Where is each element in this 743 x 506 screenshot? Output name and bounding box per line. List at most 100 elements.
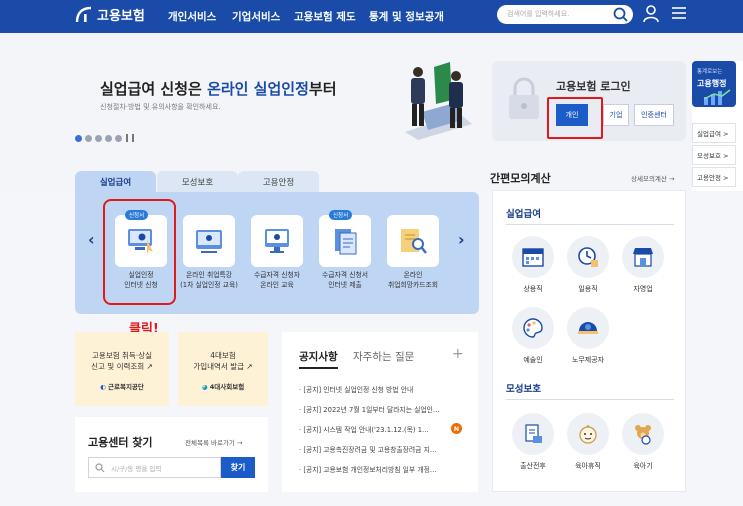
card-org: ◕ 4대사회보험: [201, 383, 245, 391]
tab-unemployment-benefits[interactable]: 실업급여: [75, 171, 156, 192]
service-label: 온라인 취업특강 (1차 실업인정 교육): [180, 271, 238, 289]
nav-company-services[interactable]: 기업서비스: [232, 9, 280, 24]
highlight-box-service: [103, 199, 176, 305]
carousel-dot[interactable]: [85, 134, 92, 142]
card-insurance-history[interactable]: 고용보험 취득·상실 신고 및 이력조회 ↗ ◐ 근로복지공단: [75, 332, 169, 406]
new-badge: N: [451, 423, 462, 434]
notice-item[interactable]: · [공지] 2022년 7월 1일부터 달라지는 실업인…: [299, 404, 477, 414]
service-applicant-online-education[interactable]: 수급자격 신청자 온라인 교육: [246, 215, 308, 290]
calc-item-label: 육아기: [633, 462, 653, 470]
calculator-panel: 실업급여 상용직 일용직 자영업 예술인 노무제공자 모성보호 출산전후 육아휴…: [492, 190, 686, 492]
login-title: 고용보험 로그인: [556, 80, 631, 93]
chevron-left-icon[interactable]: ‹: [88, 230, 95, 249]
calc-item-self-employed[interactable]: 자영업: [618, 236, 668, 294]
notice-item[interactable]: · [공지] 고용보험 개인정보처리방침 일부 개정…: [299, 464, 477, 474]
logo-icon: [75, 6, 92, 22]
businessmen-laptop-illustration: [405, 62, 472, 140]
service-icon-box: 신청서: [319, 210, 371, 267]
statistics-banner-small: 통계로보는: [697, 69, 723, 75]
center-search-button[interactable]: 찾기: [221, 457, 255, 478]
carousel-dot[interactable]: [115, 134, 122, 142]
pause-icon[interactable]: [126, 134, 128, 142]
certificate-center-button[interactable]: 인증센터: [634, 104, 674, 126]
tab-maternity-protection[interactable]: 모성보호: [157, 171, 238, 192]
hamburger-menu-icon[interactable]: [671, 6, 687, 20]
service-job-hope-card-lookup[interactable]: 온라인 취업희망카드조회: [382, 215, 444, 290]
user-icon[interactable]: [641, 3, 661, 23]
card-four-insurance-certificate[interactable]: 4대보험 가입내역서 발급 ↗ ◕ 4대사회보험: [178, 332, 268, 406]
login-company-button[interactable]: 기업: [603, 104, 629, 126]
service-label: 수급자격 신청서 인터넷 제출: [322, 271, 368, 289]
search-placeholder: 검색어를 입력하세요.: [507, 10, 570, 18]
side-link-unemployment[interactable]: 실업급여 >: [692, 123, 736, 143]
detail-calculator-link[interactable]: 상세모의계산 →: [631, 173, 674, 183]
notice-item[interactable]: · [공지] 고용촉진장려금 및 고용창출장려금 지…: [299, 444, 477, 454]
chevron-right-icon[interactable]: ›: [458, 230, 465, 249]
calc-item-regular[interactable]: 상용직: [508, 236, 558, 294]
statistics-banner-big: 고용행정: [697, 79, 727, 88]
tab-employment-stability[interactable]: 고용안정: [238, 171, 319, 192]
calc-item-label: 자영업: [633, 285, 653, 293]
external-link-icon: ↗: [246, 362, 253, 372]
hero-title-part1: 실업급여 신청: [100, 80, 189, 98]
hero-title-part2: 은: [188, 80, 208, 98]
side-link-employment-stability[interactable]: 고용안정 >: [692, 167, 736, 187]
calc-item-childcare-period[interactable]: 육아기: [618, 413, 668, 471]
carousel-dot[interactable]: [95, 134, 102, 142]
nav-personal-services[interactable]: 개인서비스: [168, 9, 216, 24]
calc-item-circle: [567, 236, 609, 278]
logo-text: 고용보험: [97, 9, 145, 24]
hero-title-part4: 부터: [308, 80, 337, 98]
top-navigation-bar: 고용보험 개인서비스 기업서비스 고용보험 제도 통계 및 정보공개 검색어를 …: [0, 0, 743, 33]
baby-face-icon: [579, 425, 597, 444]
service-icon-box: [387, 215, 439, 267]
search-icon[interactable]: [612, 6, 629, 23]
calc-item-circle: [567, 413, 609, 455]
org-logo-icon: ◕: [201, 383, 208, 391]
carousel-dot[interactable]: [75, 134, 82, 142]
statistics-banner[interactable]: 통계로보는 고용행정: [692, 61, 736, 107]
calc-item-parental-leave[interactable]: 육아휴직: [563, 413, 613, 471]
service-online-job-lecture[interactable]: 온라인 취업특강 (1차 실업인정 교육): [178, 215, 240, 290]
calc-item-daily[interactable]: 일용직: [563, 236, 613, 294]
divider: [506, 399, 674, 400]
find-center-title: 고용센터 찾기: [88, 436, 153, 449]
teddy-bear-icon: [635, 425, 651, 445]
center-search-placeholder: 시/구/동 명을 입력: [111, 465, 162, 473]
more-plus-icon[interactable]: +: [452, 346, 464, 362]
palette-icon: [523, 318, 543, 338]
calc-item-circle: [567, 307, 609, 349]
nav-insurance-system[interactable]: 고용보험 제도: [294, 9, 356, 24]
lock-icon: [509, 77, 539, 119]
hero-title[interactable]: 실업급여 신청은 온라인 실업인정부터: [100, 78, 337, 99]
online-lecture-icon: [196, 230, 222, 253]
tab-notices[interactable]: 공지사항: [299, 349, 338, 369]
calc-item-label: 출산전후: [520, 462, 546, 470]
calc-item-artist[interactable]: 예술인: [508, 307, 558, 365]
calendar-icon: [522, 248, 544, 267]
side-quick-panel: 통계로보는 고용행정 실업급여 > 모성보호 > 고용안정 >: [692, 61, 743, 191]
calc-item-circle: [512, 236, 554, 278]
calc-item-labor-provider[interactable]: 노무제공자: [563, 307, 613, 365]
notice-item[interactable]: · [공지] 인터넷 실업인정 신청 방법 안내: [299, 384, 477, 394]
divider: [506, 224, 674, 225]
shop-icon: [633, 248, 653, 267]
view-all-link[interactable]: 전체목록 바로가기 →: [185, 437, 242, 447]
carousel-indicator[interactable]: [75, 134, 134, 142]
pause-icon-bar: [132, 134, 134, 142]
carousel-dot[interactable]: [105, 134, 112, 142]
tab-faq[interactable]: 자주하는 질문: [353, 349, 414, 364]
card-org: ◐ 근로복지공단: [100, 383, 144, 391]
calc-item-label: 육아휴직: [575, 462, 601, 470]
calc-item-maternity-leave[interactable]: 출산전후: [508, 413, 558, 471]
nav-statistics[interactable]: 통계 및 정보공개: [369, 9, 444, 24]
org-logo-icon: ◐: [100, 383, 106, 391]
calc-item-label: 일용직: [578, 285, 598, 293]
search-bar[interactable]: 검색어를 입력하세요.: [497, 5, 633, 24]
service-eligibility-application-submit[interactable]: 신청서 수급자격 신청서 인터넷 제출: [314, 210, 376, 290]
side-link-maternity[interactable]: 모성보호 >: [692, 145, 736, 165]
notice-item[interactable]: · [공지] 시스템 작업 안내('23.1.12.(목) 1…: [299, 424, 449, 434]
site-logo[interactable]: 고용보험: [75, 5, 145, 24]
center-search-input[interactable]: 시/구/동 명을 입력: [88, 457, 221, 478]
card-title: 4대보험 가입내역서 발급 ↗: [193, 351, 253, 372]
